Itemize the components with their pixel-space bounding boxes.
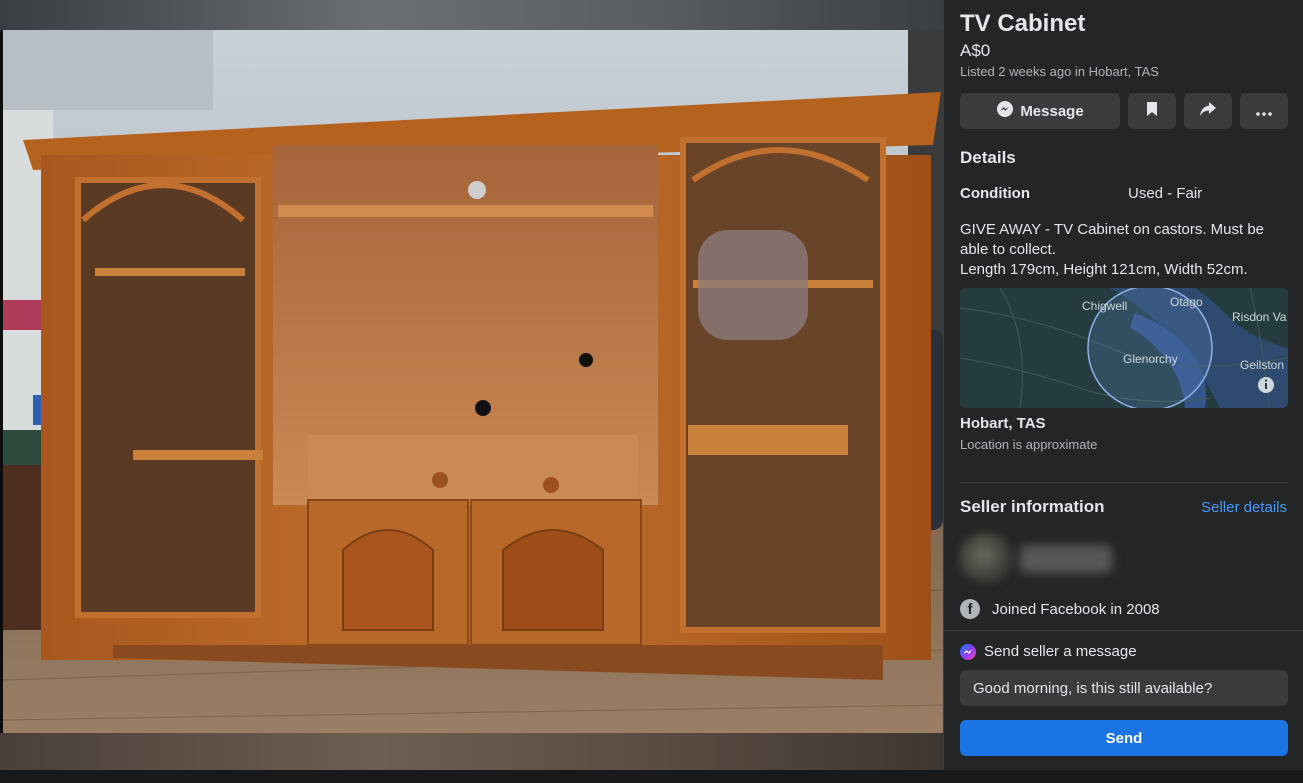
listing-title: TV Cabinet [960,10,1086,37]
more-icon [1256,103,1272,120]
location-subtitle: Location is approximate [960,437,1098,452]
facebook-icon: f [960,599,980,619]
listing-photo [3,30,943,733]
description-line: GIVE AWAY - TV Cabinet on castors. Must … [960,221,1265,238]
location-map[interactable]: Chigwell Otago Risdon Va Glenorchy Geils… [960,288,1288,408]
map-label: Chigwell [1082,299,1127,313]
details-heading: Details [960,148,1016,167]
listing-meta: Listed 2 weeks ago in Hobart, TAS [960,64,1159,79]
section-divider [960,482,1288,483]
map-label: Risdon Va [1232,310,1287,324]
message-composer: Send seller a message Send [944,630,1303,770]
listing-price: A$0 [960,41,991,60]
send-message-label: Send seller a message [984,643,1137,660]
seller-joined-text: Joined Facebook in 2008 [992,600,1160,618]
send-button[interactable]: Send [960,720,1288,756]
map-label: Otago [1170,295,1203,309]
listing-description: GIVE AWAY - TV Cabinet on castors. Must … [960,220,1290,280]
location-title: Hobart, TAS [960,415,1046,432]
bookmark-icon [1145,101,1159,121]
description-line: able to collect. [960,241,1056,258]
messenger-icon [996,100,1014,122]
condition-value: Used - Fair [1128,185,1203,202]
share-button[interactable] [1184,93,1232,129]
seller-details-link[interactable]: Seller details [1201,499,1287,516]
action-bar: Message [960,93,1288,129]
message-input[interactable] [960,670,1288,706]
map-info-icon[interactable] [1258,377,1274,393]
map-label: Geilston [1240,358,1284,372]
marketplace-listing-view: TV Cabinet A$0 Listed 2 weeks ago in Hob… [0,0,1303,783]
more-options-button[interactable] [1240,93,1288,129]
message-button[interactable]: Message [960,93,1120,129]
message-button-label: Message [1020,102,1084,120]
seller-avatar[interactable] [958,532,1014,584]
photo-viewer[interactable] [0,0,943,770]
condition-label: Condition [960,185,1030,202]
bottom-edge [0,770,1303,783]
share-icon [1199,101,1217,121]
send-message-label-row: Send seller a message [960,643,1137,660]
photo-blur-background-bottom [0,733,943,770]
map-label: Glenorchy [1123,352,1178,366]
photo-blur-background-top [0,0,943,30]
seller-name-redacted[interactable] [1020,545,1112,573]
messenger-icon [960,643,976,660]
listing-details-panel: TV Cabinet A$0 Listed 2 weeks ago in Hob… [943,0,1303,770]
save-button[interactable] [1128,93,1176,129]
description-line: Length 179cm, Height 121cm, Width 52cm. [960,261,1248,278]
seller-heading: Seller information [960,497,1105,516]
seller-joined-row: f Joined Facebook in 2008 [960,599,1160,619]
